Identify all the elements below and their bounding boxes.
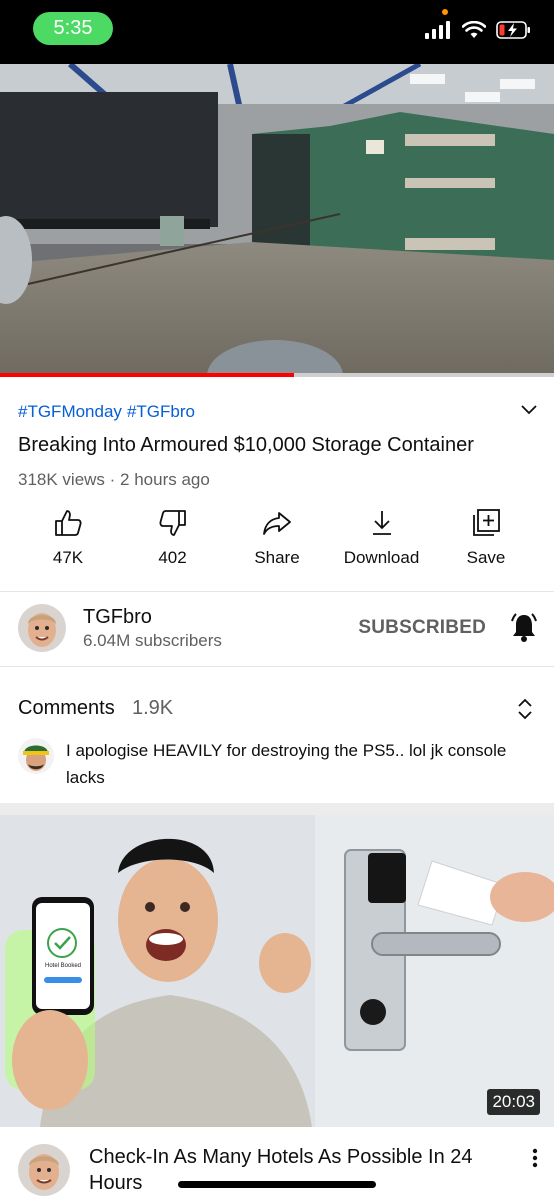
expand-collapse-icon[interactable] [514,696,536,722]
notification-bell-icon[interactable] [508,611,540,643]
commenter-avatar-image [18,738,54,774]
more-options-icon[interactable] [532,1148,538,1168]
channel-name[interactable]: TGFbro [83,606,152,629]
comments-count: 1.9K [132,697,174,719]
divider [0,591,554,592]
dislike-count: 402 [158,548,187,567]
thumbnail-phone-text: Hotel Booked [44,963,82,969]
download-icon [372,511,391,535]
dislike-button[interactable]: 402 [123,508,223,578]
section-separator [0,803,554,815]
thumbs-down-icon [158,510,186,536]
share-button[interactable]: Share [227,508,327,578]
comments-header-label[interactable]: Comments [18,697,115,720]
video-player[interactable] [0,64,554,376]
status-time[interactable]: 5:35 [33,12,113,45]
battery-charging-icon [496,21,530,39]
channel-avatar-image [18,604,66,652]
chevron-down-icon[interactable] [518,398,540,420]
hashtag-link[interactable]: #TGFMonday [18,402,122,421]
top-comment-text[interactable]: I apologise HEAVILY for destroying the P… [66,737,536,791]
wifi-icon [462,21,486,38]
video-progress-bar[interactable] [0,373,554,377]
video-action-bar: 47K 402 Share Download Save [18,508,536,578]
video-hashtags: #TGFMonday #TGFbro [18,402,200,422]
next-video-thumbnail-image [0,815,554,1127]
video-duration-badge: 20:03 [487,1089,540,1115]
video-frame-image [0,64,554,376]
save-to-playlist-icon [473,509,500,536]
save-label: Save [466,548,506,567]
thumbs-up-icon [55,510,82,536]
divider [0,666,554,667]
like-button[interactable]: 47K [18,508,118,578]
channel-subscriber-count: 6.04M subscribers [83,631,222,650]
download-button[interactable]: Download [332,508,432,578]
share-label: Share [254,548,300,567]
share-icon [263,512,291,535]
subscribed-button[interactable]: SUBSCRIBED [358,617,486,639]
video-title[interactable]: Breaking Into Armoured $10,000 Storage C… [18,434,518,457]
privacy-indicator-dot [442,9,448,15]
status-bar: 5:35 [0,0,554,64]
cellular-signal-icon [425,21,450,39]
next-video-thumbnail[interactable]: Hotel Booked [0,815,554,1127]
status-icons [424,16,532,44]
channel-avatar[interactable] [18,604,66,652]
like-count: 47K [52,548,84,567]
hashtag-link[interactable]: #TGFbro [127,402,195,421]
download-label: Download [343,548,420,567]
home-indicator[interactable] [178,1181,376,1188]
next-video-channel-avatar[interactable] [18,1144,70,1196]
next-video-title[interactable]: Check-In As Many Hotels As Possible In 2… [89,1144,509,1196]
commenter-avatar[interactable] [18,738,54,774]
save-button[interactable]: Save [436,508,536,578]
video-stats: 318K views · 2 hours ago [18,470,210,489]
video-progress-fill [0,373,294,377]
next-video-channel-avatar-image [18,1144,70,1196]
